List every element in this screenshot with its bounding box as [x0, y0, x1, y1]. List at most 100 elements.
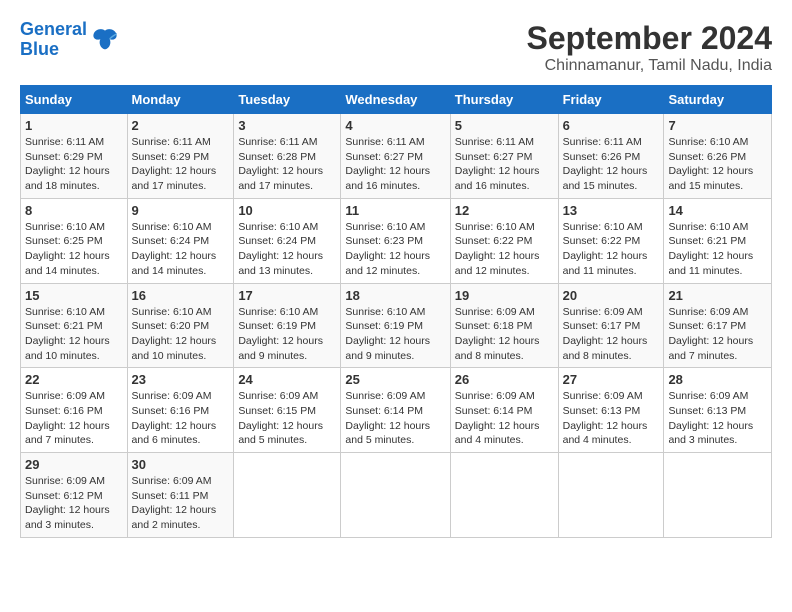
day-number: 7 — [668, 118, 767, 133]
day-number: 11 — [345, 203, 445, 218]
day-detail: Sunrise: 6:11 AMSunset: 6:27 PMDaylight:… — [345, 136, 430, 192]
calendar-row: 15 Sunrise: 6:10 AMSunset: 6:21 PMDaylig… — [21, 283, 772, 368]
logo-blue: Blue — [20, 39, 59, 59]
col-header-saturday: Saturday — [664, 86, 772, 114]
day-detail: Sunrise: 6:09 AMSunset: 6:14 PMDaylight:… — [345, 390, 430, 446]
day-detail: Sunrise: 6:10 AMSunset: 6:20 PMDaylight:… — [132, 306, 217, 362]
day-number: 25 — [345, 372, 445, 387]
day-detail: Sunrise: 6:10 AMSunset: 6:22 PMDaylight:… — [455, 221, 540, 277]
calendar-row: 29 Sunrise: 6:09 AMSunset: 6:12 PMDaylig… — [21, 453, 772, 538]
day-number: 1 — [25, 118, 123, 133]
day-number: 14 — [668, 203, 767, 218]
calendar-table: SundayMondayTuesdayWednesdayThursdayFrid… — [20, 85, 772, 538]
day-number: 29 — [25, 457, 123, 472]
calendar-cell: 15 Sunrise: 6:10 AMSunset: 6:21 PMDaylig… — [21, 283, 128, 368]
day-detail: Sunrise: 6:10 AMSunset: 6:23 PMDaylight:… — [345, 221, 430, 277]
day-detail: Sunrise: 6:09 AMSunset: 6:11 PMDaylight:… — [132, 475, 217, 531]
calendar-cell: 21 Sunrise: 6:09 AMSunset: 6:17 PMDaylig… — [664, 283, 772, 368]
calendar-cell: 5 Sunrise: 6:11 AMSunset: 6:27 PMDayligh… — [450, 114, 558, 199]
day-detail: Sunrise: 6:11 AMSunset: 6:29 PMDaylight:… — [132, 136, 217, 192]
calendar-cell: 3 Sunrise: 6:11 AMSunset: 6:28 PMDayligh… — [234, 114, 341, 199]
calendar-row: 22 Sunrise: 6:09 AMSunset: 6:16 PMDaylig… — [21, 368, 772, 453]
col-header-friday: Friday — [558, 86, 664, 114]
day-number: 17 — [238, 288, 336, 303]
calendar-cell: 24 Sunrise: 6:09 AMSunset: 6:15 PMDaylig… — [234, 368, 341, 453]
calendar-cell: 16 Sunrise: 6:10 AMSunset: 6:20 PMDaylig… — [127, 283, 234, 368]
day-detail: Sunrise: 6:11 AMSunset: 6:29 PMDaylight:… — [25, 136, 110, 192]
calendar-cell: 6 Sunrise: 6:11 AMSunset: 6:26 PMDayligh… — [558, 114, 664, 199]
day-detail: Sunrise: 6:10 AMSunset: 6:21 PMDaylight:… — [25, 306, 110, 362]
day-number: 30 — [132, 457, 230, 472]
calendar-cell: 11 Sunrise: 6:10 AMSunset: 6:23 PMDaylig… — [341, 198, 450, 283]
calendar-cell: 13 Sunrise: 6:10 AMSunset: 6:22 PMDaylig… — [558, 198, 664, 283]
calendar-row: 8 Sunrise: 6:10 AMSunset: 6:25 PMDayligh… — [21, 198, 772, 283]
day-detail: Sunrise: 6:11 AMSunset: 6:28 PMDaylight:… — [238, 136, 323, 192]
calendar-cell: 29 Sunrise: 6:09 AMSunset: 6:12 PMDaylig… — [21, 453, 128, 538]
calendar-cell: 2 Sunrise: 6:11 AMSunset: 6:29 PMDayligh… — [127, 114, 234, 199]
calendar-cell: 19 Sunrise: 6:09 AMSunset: 6:18 PMDaylig… — [450, 283, 558, 368]
logo: General Blue — [20, 20, 119, 60]
calendar-cell — [341, 453, 450, 538]
calendar-cell: 1 Sunrise: 6:11 AMSunset: 6:29 PMDayligh… — [21, 114, 128, 199]
calendar-cell: 4 Sunrise: 6:11 AMSunset: 6:27 PMDayligh… — [341, 114, 450, 199]
page-title: September 2024 — [527, 20, 772, 57]
calendar-cell: 28 Sunrise: 6:09 AMSunset: 6:13 PMDaylig… — [664, 368, 772, 453]
day-number: 16 — [132, 288, 230, 303]
page-subtitle: Chinnamanur, Tamil Nadu, India — [527, 57, 772, 75]
day-detail: Sunrise: 6:09 AMSunset: 6:16 PMDaylight:… — [132, 390, 217, 446]
day-number: 24 — [238, 372, 336, 387]
calendar-cell: 26 Sunrise: 6:09 AMSunset: 6:14 PMDaylig… — [450, 368, 558, 453]
day-detail: Sunrise: 6:09 AMSunset: 6:17 PMDaylight:… — [563, 306, 648, 362]
calendar-cell: 23 Sunrise: 6:09 AMSunset: 6:16 PMDaylig… — [127, 368, 234, 453]
col-header-wednesday: Wednesday — [341, 86, 450, 114]
day-number: 10 — [238, 203, 336, 218]
day-number: 2 — [132, 118, 230, 133]
day-number: 5 — [455, 118, 554, 133]
day-number: 27 — [563, 372, 660, 387]
calendar-cell: 17 Sunrise: 6:10 AMSunset: 6:19 PMDaylig… — [234, 283, 341, 368]
day-detail: Sunrise: 6:10 AMSunset: 6:19 PMDaylight:… — [238, 306, 323, 362]
calendar-cell: 7 Sunrise: 6:10 AMSunset: 6:26 PMDayligh… — [664, 114, 772, 199]
calendar-cell: 22 Sunrise: 6:09 AMSunset: 6:16 PMDaylig… — [21, 368, 128, 453]
day-number: 4 — [345, 118, 445, 133]
calendar-cell: 30 Sunrise: 6:09 AMSunset: 6:11 PMDaylig… — [127, 453, 234, 538]
day-number: 9 — [132, 203, 230, 218]
calendar-cell: 12 Sunrise: 6:10 AMSunset: 6:22 PMDaylig… — [450, 198, 558, 283]
calendar-cell: 10 Sunrise: 6:10 AMSunset: 6:24 PMDaylig… — [234, 198, 341, 283]
day-number: 26 — [455, 372, 554, 387]
col-header-monday: Monday — [127, 86, 234, 114]
calendar-cell: 20 Sunrise: 6:09 AMSunset: 6:17 PMDaylig… — [558, 283, 664, 368]
day-detail: Sunrise: 6:09 AMSunset: 6:13 PMDaylight:… — [563, 390, 648, 446]
col-header-thursday: Thursday — [450, 86, 558, 114]
day-detail: Sunrise: 6:11 AMSunset: 6:27 PMDaylight:… — [455, 136, 540, 192]
day-detail: Sunrise: 6:10 AMSunset: 6:21 PMDaylight:… — [668, 221, 753, 277]
day-number: 12 — [455, 203, 554, 218]
day-detail: Sunrise: 6:10 AMSunset: 6:22 PMDaylight:… — [563, 221, 648, 277]
day-detail: Sunrise: 6:09 AMSunset: 6:17 PMDaylight:… — [668, 306, 753, 362]
day-number: 3 — [238, 118, 336, 133]
day-number: 8 — [25, 203, 123, 218]
calendar-cell — [234, 453, 341, 538]
day-detail: Sunrise: 6:09 AMSunset: 6:15 PMDaylight:… — [238, 390, 323, 446]
day-number: 6 — [563, 118, 660, 133]
day-detail: Sunrise: 6:09 AMSunset: 6:16 PMDaylight:… — [25, 390, 110, 446]
calendar-row: 1 Sunrise: 6:11 AMSunset: 6:29 PMDayligh… — [21, 114, 772, 199]
logo-bird-icon — [91, 26, 119, 54]
day-detail: Sunrise: 6:10 AMSunset: 6:25 PMDaylight:… — [25, 221, 110, 277]
day-detail: Sunrise: 6:09 AMSunset: 6:13 PMDaylight:… — [668, 390, 753, 446]
calendar-cell — [664, 453, 772, 538]
day-number: 15 — [25, 288, 123, 303]
day-number: 20 — [563, 288, 660, 303]
calendar-cell: 27 Sunrise: 6:09 AMSunset: 6:13 PMDaylig… — [558, 368, 664, 453]
page-header: General Blue September 2024 Chinnamanur,… — [20, 20, 772, 75]
calendar-cell: 8 Sunrise: 6:10 AMSunset: 6:25 PMDayligh… — [21, 198, 128, 283]
day-detail: Sunrise: 6:10 AMSunset: 6:19 PMDaylight:… — [345, 306, 430, 362]
header-row: SundayMondayTuesdayWednesdayThursdayFrid… — [21, 86, 772, 114]
col-header-sunday: Sunday — [21, 86, 128, 114]
day-detail: Sunrise: 6:09 AMSunset: 6:18 PMDaylight:… — [455, 306, 540, 362]
calendar-cell — [450, 453, 558, 538]
day-number: 19 — [455, 288, 554, 303]
day-detail: Sunrise: 6:11 AMSunset: 6:26 PMDaylight:… — [563, 136, 648, 192]
day-detail: Sunrise: 6:09 AMSunset: 6:12 PMDaylight:… — [25, 475, 110, 531]
calendar-cell: 14 Sunrise: 6:10 AMSunset: 6:21 PMDaylig… — [664, 198, 772, 283]
